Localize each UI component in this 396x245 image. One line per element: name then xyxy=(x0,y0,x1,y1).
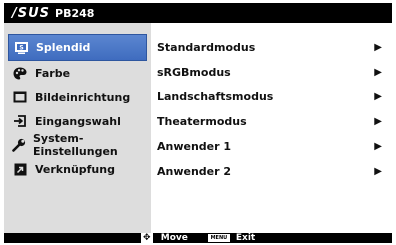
triangle-right-icon: ▶ xyxy=(374,41,382,53)
option-label: Standardmodus xyxy=(157,40,256,54)
shortcut-icon xyxy=(12,161,28,177)
submenu-panel: Standardmodus ▶ sRGBmodus ▶ Landschaftsm… xyxy=(151,23,392,233)
triangle-right-icon: ▶ xyxy=(374,66,382,78)
palette-icon xyxy=(12,65,28,81)
sidebar-item-label: Farbe xyxy=(35,66,71,80)
option-standardmodus[interactable]: Standardmodus ▶ xyxy=(151,35,392,60)
sidebar-item-label: Verknüpfung xyxy=(35,162,115,176)
sidebar: S Splendid Farbe Bildeinrichtung Eingang… xyxy=(4,23,151,233)
triangle-right-icon: ▶ xyxy=(374,116,382,128)
sidebar-item-label: Eingangswahl xyxy=(35,114,121,128)
splendid-icon: S xyxy=(13,40,29,56)
option-srgbmodus[interactable]: sRGBmodus ▶ xyxy=(151,60,392,85)
option-label: Theatermodus xyxy=(157,115,247,129)
sidebar-item-system-einstellungen[interactable]: System-Einstellungen xyxy=(4,132,151,158)
sidebar-item-label: System-Einstellungen xyxy=(33,132,118,158)
option-label: Anwender 2 xyxy=(157,164,232,178)
svg-text:S: S xyxy=(19,44,23,51)
triangle-right-icon: ▶ xyxy=(374,165,382,177)
triangle-right-icon: ▶ xyxy=(374,91,382,103)
move-label: Move xyxy=(160,233,188,243)
sidebar-item-farbe[interactable]: Farbe xyxy=(4,61,151,85)
sidebar-item-bildeinrichtung[interactable]: Bildeinrichtung xyxy=(4,85,151,109)
footer-hint-bar: ✥ Move MENU Exit xyxy=(4,233,392,243)
sidebar-item-label: Bildeinrichtung xyxy=(35,90,131,104)
option-label: Anwender 1 xyxy=(157,140,232,154)
sidebar-item-eingangswahl[interactable]: Eingangswahl xyxy=(4,109,151,133)
brand-logo: /SUS xyxy=(12,5,51,21)
exit-label: Exit xyxy=(235,233,256,243)
option-landschaftsmodus[interactable]: Landschaftsmodus ▶ xyxy=(151,85,392,110)
option-label: sRGBmodus xyxy=(157,65,231,79)
triangle-right-icon: ▶ xyxy=(374,141,382,153)
menu-key-icon: MENU xyxy=(207,234,230,242)
option-anwender-1[interactable]: Anwender 1 ▶ xyxy=(151,134,392,159)
option-anwender-2[interactable]: Anwender 2 ▶ xyxy=(151,159,392,184)
osd-window: /SUS PB248 S Splendid Farbe Bildeinricht… xyxy=(4,3,392,243)
option-theatermodus[interactable]: Theatermodus ▶ xyxy=(151,109,392,134)
input-select-icon xyxy=(12,113,28,129)
sidebar-item-verknuepfung[interactable]: Verknüpfung xyxy=(4,157,151,181)
sidebar-item-splendid[interactable]: S Splendid xyxy=(8,34,147,61)
sidebar-item-label: Splendid xyxy=(36,41,91,54)
model-name: PB248 xyxy=(55,6,95,20)
wrench-icon xyxy=(12,137,26,153)
option-label: Landschaftsmodus xyxy=(157,90,274,104)
image-setup-icon xyxy=(12,89,28,105)
move-icon: ✥ xyxy=(140,233,153,243)
title-bar: /SUS PB248 xyxy=(4,3,392,23)
